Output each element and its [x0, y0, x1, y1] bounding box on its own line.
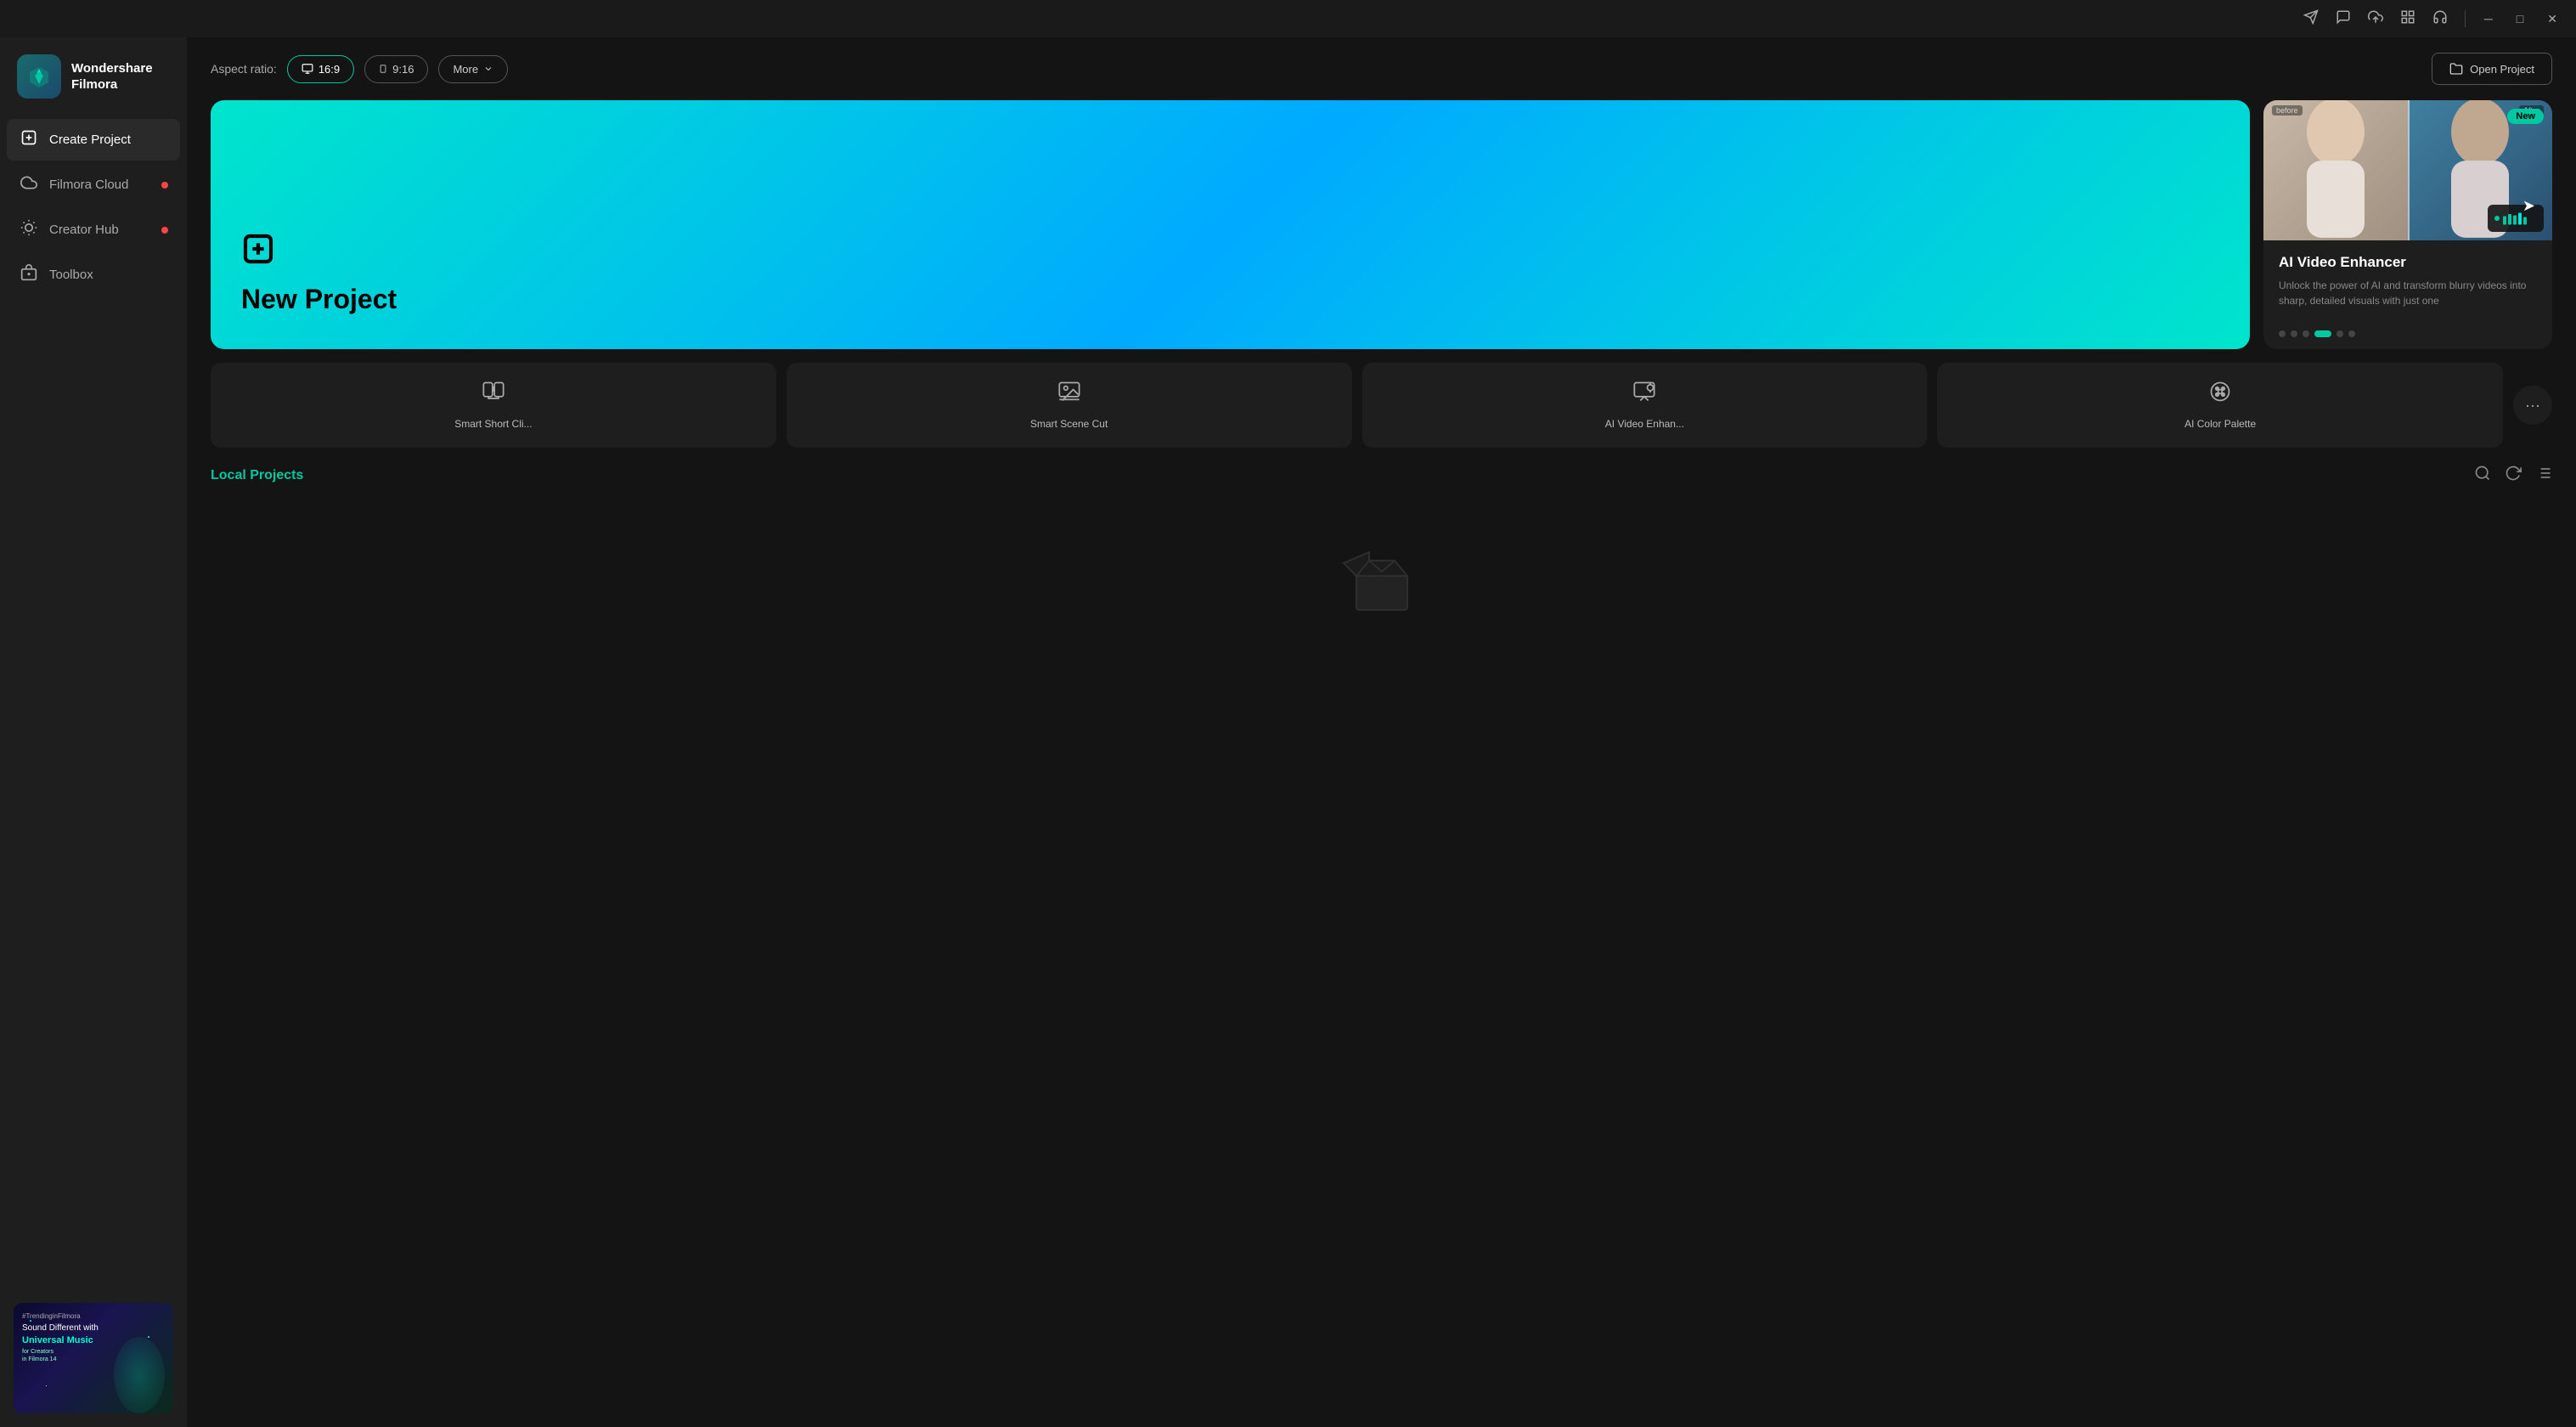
top-bar: Aspect ratio: 16:9 9:16 More Open Projec…	[187, 37, 2576, 100]
feature-dot-5[interactable]	[2348, 330, 2355, 337]
tools-row: Smart Short Cli... Smart Scene Cut AI Vi…	[187, 349, 2576, 448]
window-controls: ─ □ ✕	[2479, 10, 2562, 28]
banner-line2: Universal Music	[22, 1334, 99, 1347]
grid-view-icon[interactable]	[2535, 465, 2552, 486]
empty-state	[211, 499, 2552, 663]
feature-card-dots	[2263, 322, 2552, 349]
open-project-button[interactable]: Open Project	[2432, 53, 2552, 85]
send-icon[interactable]	[2303, 9, 2319, 29]
chevron-down-icon	[483, 64, 493, 74]
sidebar-label-filmora-cloud: Filmora Cloud	[49, 178, 128, 192]
upload-icon[interactable]	[2368, 9, 2383, 29]
ai-panel-bars	[2503, 210, 2537, 227]
minimize-button[interactable]: ─	[2479, 10, 2498, 28]
ai-video-enhancer-label: AI Video Enhan...	[1605, 418, 1684, 430]
title-bar-icons	[2303, 9, 2466, 29]
headset-icon[interactable]	[2432, 9, 2448, 29]
maximize-button[interactable]: □	[2511, 10, 2528, 28]
title-bar: ─ □ ✕	[0, 0, 2576, 37]
sidebar-nav: Create Project Filmora Cloud Creator Hub	[0, 119, 187, 296]
feature-dot-4[interactable]	[2336, 330, 2343, 337]
smart-short-clip-label: Smart Short Cli...	[454, 418, 532, 430]
feature-card-description: Unlock the power of AI and transform blu…	[2279, 278, 2537, 308]
monitor-icon	[302, 63, 313, 75]
aspect-ratio-group: Aspect ratio: 16:9 9:16 More	[211, 55, 508, 83]
new-badge: New	[2507, 109, 2544, 124]
feature-dot-2[interactable]	[2303, 330, 2309, 337]
more-aspect-button[interactable]: More	[438, 55, 508, 83]
before-label: before	[2272, 105, 2303, 116]
filmora-cloud-notification-dot	[161, 182, 168, 189]
empty-box-icon	[1339, 533, 1424, 629]
plus-box-icon	[20, 129, 37, 150]
sidebar-label-create-project: Create Project	[49, 133, 131, 147]
tool-smart-short-clip[interactable]: Smart Short Cli...	[211, 363, 776, 448]
chat-icon[interactable]	[2336, 9, 2351, 29]
close-button[interactable]: ✕	[2542, 10, 2562, 28]
sidebar-banner[interactable]: #TrendinginFilmora Sound Different with …	[0, 1289, 187, 1427]
grid-apps-icon[interactable]	[2400, 9, 2415, 29]
banner-line1: Sound Different with	[22, 1323, 99, 1334]
ai-color-palette-label: AI Color Palette	[2184, 418, 2256, 430]
new-project-card[interactable]: New Project	[211, 100, 2250, 349]
tool-ai-color-palette[interactable]: AI Color Palette	[1937, 363, 2503, 448]
local-projects-title: Local Projects	[211, 468, 303, 483]
app-logo-icon	[17, 54, 61, 99]
banner-line4: in Filmora 14	[22, 1356, 99, 1364]
banner-image: #TrendinginFilmora Sound Different with …	[14, 1303, 173, 1413]
app-title: Wondershare Filmora	[71, 60, 153, 93]
more-tools-button[interactable]: ···	[2513, 386, 2552, 425]
feature-dot-3-active[interactable]	[2314, 330, 2331, 337]
tool-ai-video-enhancer[interactable]: AI Video Enhan...	[1362, 363, 1928, 448]
app-body: Wondershare Filmora Create Project Filmo…	[0, 37, 2576, 1427]
feature-card-body: AI Video Enhancer Unlock the power of AI…	[2263, 240, 2552, 322]
ai-panel-overlay	[2488, 205, 2544, 232]
feature-card-title: AI Video Enhancer	[2279, 254, 2537, 271]
sidebar: Wondershare Filmora Create Project Filmo…	[0, 37, 187, 1427]
color-palette-icon	[2208, 380, 2232, 409]
scene-cut-icon	[1057, 380, 1081, 409]
banner-line3: for Creators	[22, 1348, 99, 1356]
title-bar-divider	[2465, 10, 2466, 27]
sidebar-label-toolbox: Toolbox	[49, 268, 93, 282]
section-actions	[2474, 465, 2552, 486]
more-tools-icon: ···	[2525, 397, 2540, 415]
content-area: New Project	[187, 100, 2576, 349]
new-project-icon	[241, 232, 2219, 274]
creator-hub-notification-dot	[161, 227, 168, 234]
bulb-icon	[20, 219, 37, 240]
video-enhance-icon	[1632, 380, 1656, 409]
feature-card-image: before After New	[2263, 100, 2552, 240]
feature-dot-0[interactable]	[2279, 330, 2286, 337]
ai-feature-card: before After New	[2263, 100, 2552, 349]
search-icon[interactable]	[2474, 465, 2491, 486]
refresh-icon[interactable]	[2505, 465, 2522, 486]
sidebar-item-toolbox[interactable]: Toolbox	[7, 254, 180, 296]
tool-smart-scene-cut[interactable]: Smart Scene Cut	[786, 363, 1352, 448]
sidebar-item-create-project[interactable]: Create Project	[7, 119, 180, 161]
smart-scene-cut-label: Smart Scene Cut	[1030, 418, 1108, 430]
aspect-ratio-label: Aspect ratio:	[211, 62, 277, 76]
banner-trending-tag: #TrendinginFilmora	[22, 1311, 99, 1321]
ai-panel-indicator	[2494, 216, 2500, 221]
aspect-16-9-button[interactable]: 16:9	[287, 55, 354, 83]
main-content: Aspect ratio: 16:9 9:16 More Open Projec…	[187, 37, 2576, 1427]
mobile-icon	[379, 63, 387, 75]
section-header: Local Projects	[211, 465, 2552, 486]
sidebar-label-creator-hub: Creator Hub	[49, 223, 119, 237]
toolbox-icon	[20, 264, 37, 285]
sidebar-logo: Wondershare Filmora	[0, 37, 187, 119]
local-projects-section: Local Projects	[187, 448, 2576, 1427]
sidebar-item-creator-hub[interactable]: Creator Hub	[7, 209, 180, 251]
aspect-9-16-button[interactable]: 9:16	[364, 55, 428, 83]
smart-clip-icon	[482, 380, 505, 409]
folder-icon	[2449, 62, 2463, 76]
sidebar-item-filmora-cloud[interactable]: Filmora Cloud	[7, 164, 180, 206]
new-project-label: New Project	[241, 284, 2219, 315]
feature-dot-1[interactable]	[2291, 330, 2297, 337]
cloud-icon	[20, 174, 37, 195]
